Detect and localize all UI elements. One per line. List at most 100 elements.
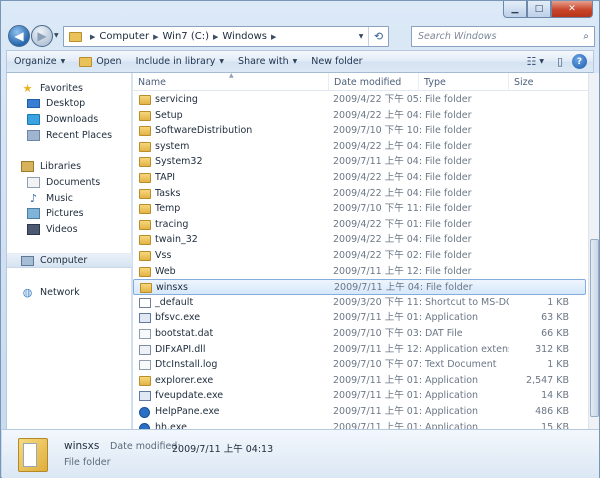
column-name-label: Name bbox=[138, 76, 167, 88]
table-row-selected[interactable]: winsxs 2009/7/11 上午 04:13 File folder bbox=[133, 279, 586, 295]
file-type: Shortcut to MS-DO... bbox=[425, 296, 509, 308]
change-view-icon[interactable]: ☷ bbox=[526, 55, 536, 68]
table-row[interactable]: bfsvc.exe 2009/7/11 上午 01:19 Application 63… bbox=[133, 310, 586, 326]
table-row[interactable]: system 2009/4/22 上午 04:55 File folder bbox=[133, 139, 586, 155]
table-row[interactable]: explorer.exe 2009/7/11 上午 01:19 Applicatio… bbox=[133, 373, 586, 389]
chevron-down-icon: ▼ bbox=[60, 58, 66, 65]
recent-pages-dropdown[interactable]: ▼ bbox=[54, 32, 59, 39]
address-bar[interactable]: ▶ Computer ▶ Win7 (C:) ▶ Windows ▶ ▼ ⟲ bbox=[63, 26, 389, 47]
include-in-library-button[interactable]: Include in library ▼ bbox=[129, 51, 231, 72]
vertical-scrollbar[interactable] bbox=[588, 73, 599, 429]
nav-desktop-label: Desktop bbox=[46, 98, 86, 109]
file-name: TAPI bbox=[155, 172, 176, 183]
file-size bbox=[513, 186, 569, 202]
minimize-button[interactable]: ▁ bbox=[503, 1, 527, 18]
column-headers: ▲ Name Date modified Type Size bbox=[133, 73, 588, 91]
app-icon bbox=[139, 313, 151, 324]
nav-network[interactable]: ◍ Network bbox=[21, 285, 146, 300]
breadcrumb-windows[interactable]: Windows bbox=[222, 31, 267, 42]
file-type: Application extensi... bbox=[425, 343, 509, 355]
search-input[interactable] bbox=[418, 28, 568, 45]
table-row[interactable]: servicing 2009/4/22 下午 05:01 File folder bbox=[133, 92, 586, 108]
file-type: File folder bbox=[426, 282, 473, 294]
table-row[interactable]: Vss 2009/4/22 下午 02:17 File folder bbox=[133, 248, 586, 264]
maximize-button[interactable]: □ bbox=[527, 1, 551, 18]
column-date-modified[interactable]: Date modified bbox=[329, 73, 419, 91]
file-date: 2009/7/11 上午 01:19 bbox=[333, 390, 421, 402]
breadcrumb-drive[interactable]: Win7 (C:) bbox=[163, 31, 209, 42]
refresh-button[interactable]: ⟲ bbox=[368, 27, 388, 46]
table-row[interactable]: SoftwareDistribution 2009/7/10 下午 10:16 Fi… bbox=[133, 123, 586, 139]
file-name: bfsvc.exe bbox=[155, 312, 201, 324]
column-name[interactable]: Name bbox=[133, 73, 329, 91]
column-type[interactable]: Type bbox=[419, 73, 509, 91]
new-folder-button[interactable]: New folder bbox=[304, 51, 369, 72]
table-row[interactable]: hh.exe 2009/7/11 上午 01:19 Application 15 KB bbox=[133, 420, 586, 429]
help-icon bbox=[139, 407, 150, 418]
table-row[interactable]: twain_32 2009/4/22 上午 04:55 File folder bbox=[133, 232, 586, 248]
file-name: explorer.exe bbox=[155, 374, 214, 386]
file-size bbox=[513, 217, 569, 233]
desktop-icon bbox=[27, 99, 40, 108]
column-size[interactable]: Size bbox=[509, 73, 586, 91]
table-row[interactable]: Web 2009/7/11 上午 12:01 File folder bbox=[133, 264, 586, 280]
table-row[interactable]: Setup 2009/4/22 上午 04:08 File folder bbox=[133, 108, 586, 124]
scrollbar-thumb[interactable] bbox=[590, 239, 599, 417]
file-size: 63 KB bbox=[541, 312, 569, 324]
back-button[interactable]: ◀ bbox=[8, 25, 30, 47]
file-name: SoftwareDistribution bbox=[155, 125, 253, 137]
file-date: 2009/7/10 下午 11:57 bbox=[333, 203, 421, 215]
nav-favorites[interactable]: ★ Favorites bbox=[21, 81, 146, 96]
organize-button[interactable]: Organize ▼ bbox=[7, 51, 72, 72]
table-row[interactable]: tracing 2009/4/22 下午 01:57 File folder bbox=[133, 217, 586, 233]
nav-libraries[interactable]: Libraries bbox=[21, 159, 146, 174]
file-date: 2009/7/10 下午 03:44 bbox=[333, 328, 421, 339]
table-row[interactable]: Tasks 2009/4/22 上午 04:27 File folder bbox=[133, 186, 586, 202]
address-dropdown-icon[interactable]: ▼ bbox=[354, 33, 368, 40]
file-size bbox=[513, 139, 569, 155]
preview-pane-icon[interactable]: ▯ bbox=[557, 55, 563, 68]
table-row[interactable]: System32 2009/7/11 上午 04:57 File folder bbox=[133, 154, 586, 170]
chevron-right-icon[interactable]: ▶ bbox=[213, 33, 218, 41]
chevron-right-icon[interactable]: ▶ bbox=[90, 33, 95, 41]
table-row[interactable]: bootstat.dat 2009/7/10 下午 03:44 DAT File 66… bbox=[133, 326, 586, 342]
chevron-right-icon[interactable]: ▶ bbox=[271, 33, 276, 41]
selected-item-date: 2009/7/11 上午 04:13 bbox=[172, 444, 274, 455]
share-with-button[interactable]: Share with ▼ bbox=[231, 51, 304, 72]
table-row[interactable]: Temp 2009/7/10 下午 11:57 File folder bbox=[133, 201, 586, 217]
large-folder-icon bbox=[18, 438, 48, 472]
open-button[interactable]: Open bbox=[72, 51, 128, 72]
search-box[interactable]: ⌕ bbox=[411, 26, 595, 47]
table-row[interactable]: fveupdate.exe 2009/7/11 上午 01:19 Applicati… bbox=[133, 388, 586, 404]
table-row[interactable]: _default 2009/3/20 下午 11:42 Shortcut to MS… bbox=[133, 295, 586, 311]
close-button[interactable]: ✕ bbox=[551, 1, 593, 18]
back-arrow-icon: ◀ bbox=[14, 29, 24, 43]
folder-icon bbox=[139, 266, 151, 277]
table-row[interactable]: HelpPane.exe 2009/7/11 上午 01:19 Applicatio… bbox=[133, 404, 586, 420]
file-date: 2009/4/22 下午 02:17 bbox=[333, 250, 421, 261]
table-row[interactable]: TAPI 2009/4/22 上午 04:16 File folder bbox=[133, 170, 586, 186]
include-in-library-label: Include in library bbox=[135, 56, 216, 67]
computer-icon bbox=[21, 255, 34, 266]
column-type-label: Type bbox=[424, 76, 446, 88]
view-options-chevron-icon[interactable]: ▼ bbox=[539, 58, 544, 65]
shortcut-icon bbox=[139, 297, 151, 308]
breadcrumb-computer[interactable]: Computer bbox=[99, 31, 149, 42]
table-row[interactable]: DtcInstall.log 2009/7/10 下午 07:57 Text Doc… bbox=[133, 357, 586, 373]
column-size-label: Size bbox=[514, 76, 534, 88]
folder-icon bbox=[139, 95, 151, 105]
maximize-icon: □ bbox=[534, 4, 544, 14]
file-size: 312 KB bbox=[535, 343, 569, 355]
forward-button[interactable]: ▶ bbox=[31, 25, 53, 47]
file-icon bbox=[139, 329, 151, 339]
nav-network-label: Network bbox=[40, 287, 80, 298]
help-icon[interactable]: ? bbox=[572, 54, 587, 69]
documents-icon bbox=[27, 177, 40, 188]
search-icon[interactable]: ⌕ bbox=[583, 31, 589, 42]
chevron-right-icon[interactable]: ▶ bbox=[153, 33, 158, 41]
nav-computer[interactable]: Computer bbox=[7, 253, 132, 268]
date-modified-label: Date modified: bbox=[110, 441, 181, 452]
table-row[interactable]: DIFxAPI.dll 2009/7/11 上午 12:03 Application… bbox=[133, 342, 586, 358]
file-date: 2009/7/11 上午 01:19 bbox=[333, 312, 421, 324]
close-icon: ✕ bbox=[568, 4, 576, 14]
